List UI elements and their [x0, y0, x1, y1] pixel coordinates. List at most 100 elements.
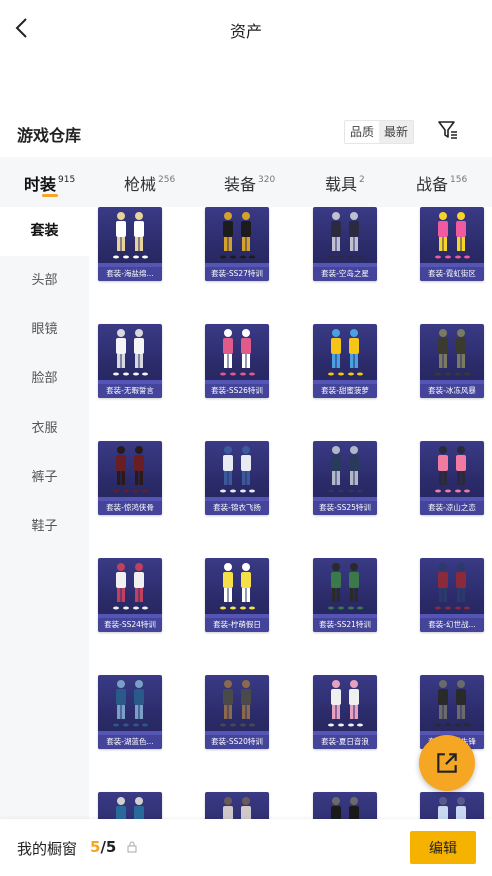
tab-label: 时装 — [24, 175, 57, 194]
showcase-label: 我的橱窗 — [17, 840, 78, 858]
outfit-label: 套装-无暇誓言 — [98, 384, 162, 398]
outfit-figure — [113, 329, 148, 376]
outfit-figure — [113, 446, 148, 493]
outfit-card[interactable]: 套装-惊鸿侠骨 — [98, 441, 162, 515]
outfit-label: 套装-柠萌假日 — [205, 618, 269, 632]
outfit-figure — [220, 446, 255, 493]
outfit-card[interactable]: 套装-SS25特训 — [313, 441, 377, 515]
outfit-label: 套装-空岛之星 — [313, 267, 377, 281]
outfit-label: 套装-惊鸿侠骨 — [98, 501, 162, 515]
outfit-label: 套装-幻世战... — [420, 618, 484, 632]
tab-label: 枪械 — [124, 175, 157, 194]
showcase-count-current: 5 — [90, 838, 101, 856]
sidebar-item-outfits[interactable]: 套装 — [0, 207, 89, 256]
outfit-card[interactable]: 套装-SS26特训 — [205, 324, 269, 398]
outfit-label: 套装-SS25特训 — [313, 501, 377, 515]
tab-label: 战备 — [416, 175, 449, 194]
edit-button[interactable]: 编辑 — [410, 831, 476, 864]
outfit-card[interactable] — [420, 792, 484, 819]
outfit-card[interactable]: 套装-幻世战... — [420, 558, 484, 632]
sidebar-item-face[interactable]: 脸部 — [0, 354, 89, 403]
sidebar-item-clothes[interactable]: 衣服 — [0, 404, 89, 453]
outfit-label: 套装-SS21特训 — [313, 618, 377, 632]
outfit-figure — [220, 680, 255, 727]
outfit-figure — [435, 329, 470, 376]
outfit-card[interactable]: 套装-SS21特训 — [313, 558, 377, 632]
outfit-label: 套装-SS27特训 — [205, 267, 269, 281]
outfit-figure — [438, 797, 466, 819]
outfit-label: 套装-SS24特训 — [98, 618, 162, 632]
outfit-card[interactable]: 套装-冰冻风暴 — [420, 324, 484, 398]
outfit-card[interactable] — [98, 792, 162, 819]
tab-equipment[interactable]: 装备 320 — [224, 171, 275, 195]
showcase-count: 5/5 — [90, 838, 116, 856]
outfit-card[interactable]: 套装-无暇誓言 — [98, 324, 162, 398]
outfit-card[interactable]: 套装-霓虹街区 — [420, 207, 484, 281]
showcase-count-total: 5 — [105, 838, 117, 856]
share-button[interactable] — [419, 735, 475, 791]
outfit-figure — [220, 212, 255, 259]
outfit-label: 套装-冰冻风暴 — [420, 384, 484, 398]
sort-toggle: 品质 最新 — [344, 120, 415, 144]
outfit-label: 套装-SS20特训 — [205, 735, 269, 749]
tab-count: 256 — [158, 174, 176, 185]
outfit-card[interactable]: 套装-柠萌假日 — [205, 558, 269, 632]
outfit-figure — [113, 212, 148, 259]
outfit-figure — [435, 563, 470, 610]
outfit-label: 套装-锦衣飞扬 — [205, 501, 269, 515]
active-tab-indicator — [42, 194, 58, 197]
sidebar: 套装 头部 眼镜 脸部 衣服 裤子 鞋子 — [0, 207, 89, 819]
filter-icon[interactable] — [436, 118, 460, 142]
sort-option-quality[interactable]: 品质 — [345, 121, 379, 143]
share-icon — [437, 753, 457, 773]
outfit-figure — [223, 797, 251, 819]
tab-count: 320 — [258, 174, 276, 185]
outfit-label: 套装-凉山之恋 — [420, 501, 484, 515]
outfit-figure — [113, 680, 148, 727]
sidebar-item-pants[interactable]: 裤子 — [0, 453, 89, 502]
sidebar-item-glasses[interactable]: 眼镜 — [0, 305, 89, 354]
category-tabs: 时装 915 枪械 256 装备 320 载具 2 战备 156 — [0, 157, 492, 207]
outfit-figure — [331, 797, 359, 819]
outfit-card[interactable]: 套装-空岛之星 — [313, 207, 377, 281]
outfit-label: 套装-海盐绵... — [98, 267, 162, 281]
sort-option-newest[interactable]: 最新 — [379, 121, 414, 143]
outfit-card[interactable]: 套装-夏日音浪 — [313, 675, 377, 749]
tab-vehicles[interactable]: 载具 2 — [325, 171, 365, 195]
outfit-figure — [116, 797, 144, 819]
outfit-card[interactable]: 套装-海盐绵... — [98, 207, 162, 281]
item-grid: 套装-海盐绵... 套装-SS27特训 套装-空岛之星 套装-霓虹街区 套装-无暇誓言套… — [89, 207, 492, 819]
outfit-card[interactable]: 套装-甜蜜菠萝 — [313, 324, 377, 398]
outfit-card[interactable]: 套装-SS24特训 — [98, 558, 162, 632]
outfit-figure — [435, 212, 470, 259]
tab-count: 2 — [359, 174, 365, 185]
outfit-card[interactable]: 套装-锦衣飞扬 — [205, 441, 269, 515]
outfit-label: 套装-甜蜜菠萝 — [313, 384, 377, 398]
page-title: 资产 — [229, 22, 262, 41]
outfit-card[interactable]: 套装-SS27特训 — [205, 207, 269, 281]
outfit-figure — [220, 329, 255, 376]
tab-readiness[interactable]: 战备 156 — [416, 171, 467, 195]
outfit-card[interactable]: 套装-SS20特训 — [205, 675, 269, 749]
tab-label: 装备 — [224, 175, 257, 194]
bottom-bar: 我的橱窗 5/5 编辑 — [0, 819, 492, 876]
tab-count: 156 — [450, 174, 468, 185]
outfit-figure — [328, 446, 363, 493]
tab-label: 载具 — [325, 175, 358, 194]
outfit-figure — [328, 212, 363, 259]
outfit-label: 套装-SS26特训 — [205, 384, 269, 398]
tab-fashion[interactable]: 时装 915 — [24, 171, 75, 195]
outfit-figure — [328, 563, 363, 610]
warehouse-title: 游戏仓库 — [17, 126, 82, 145]
outfit-figure — [435, 446, 470, 493]
outfit-card[interactable] — [205, 792, 269, 819]
outfit-card[interactable]: 套装-凉山之恋 — [420, 441, 484, 515]
outfit-label: 套装-湖蓝色... — [98, 735, 162, 749]
sidebar-item-head[interactable]: 头部 — [0, 256, 89, 305]
outfit-figure — [220, 563, 255, 610]
sidebar-item-shoes[interactable]: 鞋子 — [0, 502, 89, 551]
tab-guns[interactable]: 枪械 256 — [124, 171, 175, 195]
outfit-card[interactable]: 套装-湖蓝色... — [98, 675, 162, 749]
outfit-card[interactable] — [313, 792, 377, 819]
outfit-figure — [113, 563, 148, 610]
